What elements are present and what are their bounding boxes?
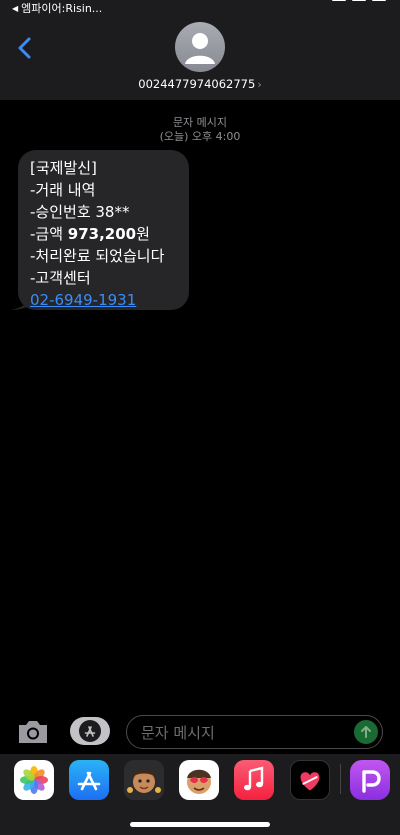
photos-icon[interactable] [14, 760, 54, 800]
arrow-up-icon [361, 726, 371, 738]
message-line: -승인번호 38** [30, 203, 130, 221]
apps-button[interactable] [70, 717, 110, 745]
message-timestamp: (오늘) 오후 4:00 [159, 130, 241, 143]
message-compose-field[interactable] [126, 715, 383, 750]
amount-suffix: 원 [136, 225, 150, 243]
home-indicator [130, 822, 270, 827]
message-line: -고객센터 [30, 269, 91, 287]
signal-icon [332, 0, 346, 1]
camera-icon[interactable] [16, 718, 50, 746]
animoji-icon[interactable] [179, 760, 219, 800]
message-line: -거래 내역 [30, 181, 96, 199]
message-line: -처리완료 되었습니다 [30, 247, 165, 265]
contact-avatar[interactable] [175, 22, 225, 72]
person-icon [185, 33, 215, 64]
message-line: 02-6949-1931 [30, 289, 189, 311]
bubble-tail [11, 294, 29, 310]
back-chevron-icon[interactable] [14, 36, 36, 60]
drawer-divider [340, 764, 341, 794]
amount-value: 973,200 [67, 225, 137, 243]
contact-number: 0024477974062775 [138, 77, 256, 91]
wifi-icon [352, 0, 366, 1]
phone-number-link[interactable]: 02-6949-1931 [30, 291, 136, 309]
app-store-icon [79, 720, 101, 742]
return-to-app[interactable]: ◀ 엠파이어:Risin... [12, 0, 102, 16]
incoming-message-bubble[interactable]: [국제발신] -거래 내역 -승인번호 38** -금액 973,200원 -처… [11, 150, 189, 311]
status-bar: ◀ 엠파이어:Risin... [0, 0, 400, 16]
contact-name[interactable]: 0024477974062775 › [0, 77, 400, 91]
send-button[interactable] [354, 720, 378, 744]
app-store-icon[interactable] [69, 760, 109, 800]
picsart-icon[interactable] [350, 760, 390, 800]
app-drawer [0, 754, 400, 835]
memoji-icon[interactable] [124, 760, 164, 800]
message-line-amount: -금액 973,200원 [30, 223, 189, 245]
message-input[interactable] [139, 716, 343, 750]
chevron-right-icon: › [257, 78, 262, 91]
music-icon[interactable] [234, 760, 274, 800]
return-app-label: 엠파이어:Risin... [21, 2, 103, 15]
back-triangle-icon: ◀ [12, 3, 19, 13]
status-indicators [332, 0, 386, 1]
message-line: [국제발신] [30, 159, 97, 177]
battery-icon [372, 0, 386, 1]
heart-icon[interactable] [290, 760, 330, 800]
amount-prefix: -금액 [30, 225, 68, 243]
